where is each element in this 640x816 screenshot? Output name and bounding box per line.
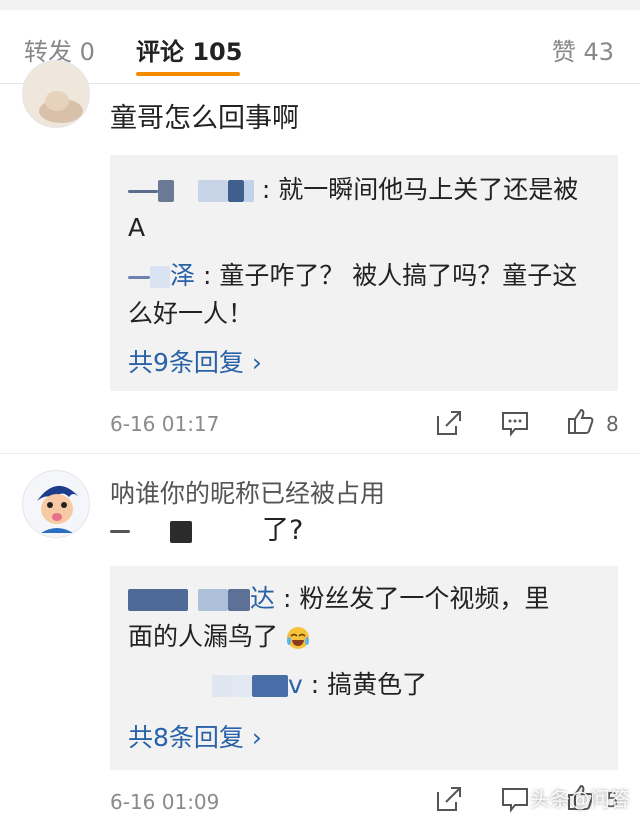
share-icon[interactable] bbox=[434, 784, 464, 814]
comment-time: 6-16 01:09 bbox=[110, 790, 220, 814]
reply-text: : 搞黄色了 bbox=[310, 670, 428, 699]
comment-icon[interactable] bbox=[500, 408, 530, 438]
reply-username-tail: 达 bbox=[250, 584, 276, 613]
reply-text: : 就一瞬间他马上关了还是被 bbox=[261, 175, 579, 204]
comment-text-row: 了? bbox=[110, 512, 303, 550]
reply-item[interactable]: v : 搞黄色了 bbox=[128, 666, 602, 704]
top-strip bbox=[0, 0, 640, 10]
reply-text: : 童子咋了？ 被人搞了吗？童子这 bbox=[202, 261, 578, 290]
active-tab-indicator bbox=[136, 72, 240, 76]
comment-text: 童哥怎么回事啊 bbox=[110, 103, 299, 134]
divider bbox=[0, 453, 640, 454]
reply-box[interactable]: 达 : 粉丝发了一个视频，里 面的人漏鸟了 v : 搞黄色了 共8条回复 › bbox=[110, 566, 618, 770]
reply-item[interactable]: 达 : 粉丝发了一个视频，里 面的人漏鸟了 bbox=[128, 580, 602, 656]
avatar-image bbox=[23, 471, 89, 537]
share-icon[interactable] bbox=[434, 408, 464, 438]
comment-username[interactable]: 呐谁你的昵称已经被占用 bbox=[110, 474, 385, 510]
avatar[interactable] bbox=[22, 60, 90, 128]
avatar-image bbox=[23, 61, 89, 127]
comment-tabs: 转发 0 评论 105 赞 43 bbox=[0, 10, 640, 84]
like-count: 8 bbox=[606, 412, 619, 436]
reply-item[interactable]: : 就一瞬间他马上关了还是被 A bbox=[128, 171, 602, 247]
reply-box[interactable]: : 就一瞬间他马上关了还是被 A 泽 : 童子咋了？ 被人搞了吗？童子这 么好一… bbox=[110, 155, 618, 391]
reply-item[interactable]: 泽 : 童子咋了？ 被人搞了吗？童子这 么好一人！ bbox=[128, 257, 602, 333]
comment-time: 6-16 01:17 bbox=[110, 412, 220, 436]
reply-username-tail: 泽 bbox=[170, 261, 196, 290]
watermark: 头条@问答 bbox=[530, 787, 630, 811]
tab-likes[interactable]: 赞 43 bbox=[552, 32, 614, 67]
laugh-cry-emoji-icon bbox=[286, 627, 309, 649]
avatar[interactable] bbox=[22, 470, 90, 538]
reply-text: : 粉丝发了一个视频，里 bbox=[282, 584, 550, 613]
reply-text-cont: A bbox=[128, 213, 146, 242]
tab-comments[interactable]: 评论 105 bbox=[136, 32, 242, 67]
reply-username[interactable]: v bbox=[128, 670, 311, 699]
like-icon[interactable] bbox=[566, 406, 596, 436]
more-replies-link[interactable]: 共9条回复 › bbox=[128, 343, 262, 379]
more-replies-link[interactable]: 共8条回复 › bbox=[128, 718, 262, 754]
reply-username[interactable]: 泽 bbox=[128, 261, 203, 290]
reply-text-cont: 么好一人！ bbox=[128, 299, 254, 328]
reply-username-tail: v bbox=[288, 670, 303, 699]
reply-text-cont: 面的人漏鸟了 bbox=[128, 622, 279, 651]
comment-text: 了? bbox=[262, 515, 304, 546]
reply-username[interactable]: 达 bbox=[128, 584, 283, 613]
reply-username[interactable] bbox=[128, 175, 262, 204]
comment-icon[interactable] bbox=[500, 784, 530, 814]
